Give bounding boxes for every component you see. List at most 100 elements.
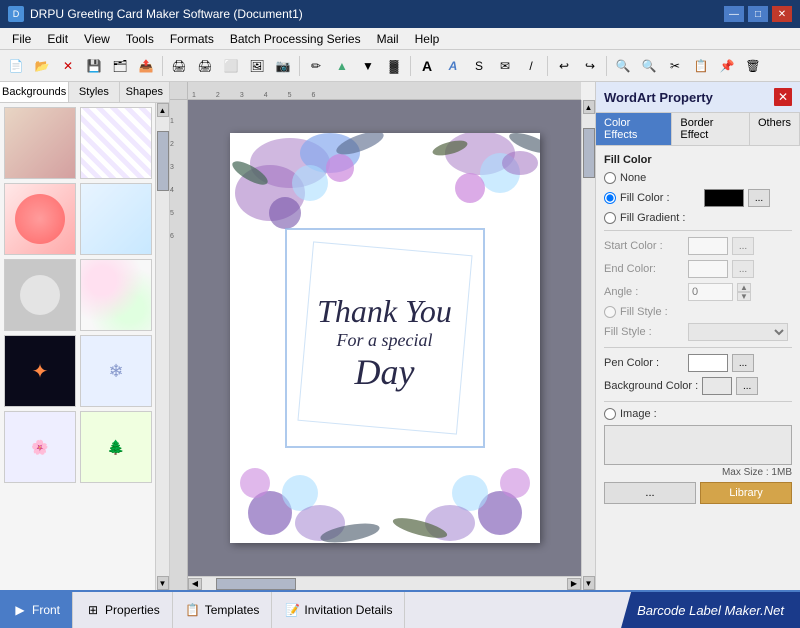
menu-view[interactable]: View	[76, 30, 118, 48]
tab-backgrounds[interactable]: Backgrounds	[0, 82, 69, 102]
delete-button[interactable]: 🗑	[741, 54, 765, 78]
save-button[interactable]: 💾	[82, 54, 106, 78]
barcode-button[interactable]: ▓	[382, 54, 406, 78]
tab-properties[interactable]: ⊞ Properties	[73, 592, 173, 628]
close-button[interactable]: ✕	[772, 6, 792, 22]
tab-templates[interactable]: 📋 Templates	[173, 592, 273, 628]
h-scrollbar[interactable]: ◀ ▶	[188, 576, 581, 590]
canvas-inner[interactable]: Thank You For a special Day	[188, 100, 581, 576]
fill-color-picker-button[interactable]: ...	[748, 189, 770, 207]
redo-button[interactable]: ↪	[578, 54, 602, 78]
wordart-button[interactable]: A	[441, 54, 465, 78]
symbol-button[interactable]: ✉	[493, 54, 517, 78]
menu-batch[interactable]: Batch Processing Series	[222, 30, 369, 48]
undo-button[interactable]: ↩	[552, 54, 576, 78]
list-item[interactable]	[4, 183, 76, 255]
end-color-picker-button[interactable]: ...	[732, 260, 754, 278]
text-button[interactable]: A	[415, 54, 439, 78]
color-button[interactable]: ▲	[330, 54, 354, 78]
tab-styles[interactable]: Styles	[69, 82, 119, 102]
image-radio[interactable]	[604, 408, 616, 420]
new-button[interactable]: 📄	[4, 54, 28, 78]
list-item[interactable]: 🌸	[4, 411, 76, 483]
tab-invitation-details[interactable]: 📝 Invitation Details	[272, 592, 405, 628]
zoom-in-button[interactable]: 🔍	[611, 54, 635, 78]
angle-down-button[interactable]: ▼	[737, 292, 751, 301]
list-item[interactable]: 🌲	[80, 411, 152, 483]
maximize-button[interactable]: □	[748, 6, 768, 22]
image-button[interactable]: 🖼	[245, 54, 269, 78]
menu-help[interactable]: Help	[407, 30, 448, 48]
angle-input[interactable]	[688, 283, 733, 301]
camera-button[interactable]: 📷	[271, 54, 295, 78]
list-item[interactable]	[80, 107, 152, 179]
front-tab-label: Front	[32, 603, 60, 617]
titlebar-controls[interactable]: — □ ✕	[724, 6, 792, 22]
divider2	[604, 347, 792, 348]
list-item[interactable]	[80, 183, 152, 255]
save-all-button[interactable]: 🗂	[108, 54, 132, 78]
pen-color-picker-button[interactable]: ...	[732, 354, 754, 372]
ruler-spacer	[581, 82, 595, 100]
print3-button[interactable]: ⬜	[219, 54, 243, 78]
browse-button[interactable]: ...	[604, 482, 696, 504]
library-button[interactable]: Library	[700, 482, 792, 504]
fill-style-radio[interactable]	[604, 306, 616, 318]
export-button[interactable]: 📤	[134, 54, 158, 78]
pen-color-swatch[interactable]	[688, 354, 728, 372]
list-item[interactable]	[80, 259, 152, 331]
v-scroll-thumb[interactable]	[583, 128, 595, 178]
zoom-out-button[interactable]: 🔍	[637, 54, 661, 78]
scroll-right-btn[interactable]: ▶	[567, 578, 581, 590]
panel-close-button[interactable]: ✕	[774, 88, 792, 106]
templates-tab-label: Templates	[205, 603, 260, 617]
scroll-up-btn[interactable]: ▲	[583, 100, 595, 114]
fill-gradient-radio[interactable]	[604, 212, 616, 224]
left-panel-scrollbar[interactable]: ▲ ▼	[155, 103, 169, 590]
fill-color-swatch[interactable]	[704, 189, 744, 207]
angle-up-button[interactable]: ▲	[737, 283, 751, 292]
bg-color-swatch[interactable]	[702, 377, 732, 395]
scroll-down-btn[interactable]: ▼	[583, 576, 595, 590]
max-size-label: Max Size : 1MB	[604, 467, 792, 478]
minimize-button[interactable]: —	[724, 6, 744, 22]
print2-button[interactable]: 🖨	[193, 54, 217, 78]
end-color-swatch[interactable]	[688, 260, 728, 278]
print-button[interactable]: 🖨	[167, 54, 191, 78]
copy-button[interactable]: 📋	[689, 54, 713, 78]
paste-button[interactable]: 📌	[715, 54, 739, 78]
menu-tools[interactable]: Tools	[118, 30, 162, 48]
v-scrollbar[interactable]: ▲ ▼	[581, 100, 595, 590]
angle-row: Angle : ▲ ▼	[604, 283, 792, 301]
scrollbar-thumb[interactable]	[157, 131, 169, 191]
tab-border-effect[interactable]: Border Effect	[672, 113, 750, 145]
fill-none-radio[interactable]	[604, 172, 616, 184]
start-color-picker-button[interactable]: ...	[732, 237, 754, 255]
h-scroll-thumb[interactable]	[216, 578, 296, 590]
menu-file[interactable]: File	[4, 30, 39, 48]
line-button[interactable]: /	[519, 54, 543, 78]
list-item[interactable]	[4, 107, 76, 179]
start-color-swatch[interactable]	[688, 237, 728, 255]
menu-mail[interactable]: Mail	[369, 30, 407, 48]
list-item[interactable]: ✦	[4, 335, 76, 407]
scroll-left-btn[interactable]: ◀	[188, 578, 202, 590]
cut-button[interactable]: ✂	[663, 54, 687, 78]
list-item[interactable]: ❄	[80, 335, 152, 407]
open-button[interactable]: 📂	[30, 54, 54, 78]
tab-others[interactable]: Others	[750, 113, 800, 145]
bg-color-picker-button[interactable]: ...	[736, 377, 758, 395]
tab-color-effects[interactable]: Color Effects	[596, 113, 672, 145]
toolbar-sep3	[410, 56, 411, 76]
close-doc-button[interactable]: ✕	[56, 54, 80, 78]
dropdown-button[interactable]: ▼	[356, 54, 380, 78]
tab-front[interactable]: ▶ Front	[0, 592, 73, 628]
tab-shapes[interactable]: Shapes	[120, 82, 169, 102]
menu-edit[interactable]: Edit	[39, 30, 76, 48]
fill-color-radio[interactable]	[604, 192, 616, 204]
list-item[interactable]	[4, 259, 76, 331]
menu-formats[interactable]: Formats	[162, 30, 222, 48]
shape-button[interactable]: S	[467, 54, 491, 78]
fill-style-select[interactable]	[688, 323, 788, 341]
pen-button[interactable]: ✏	[304, 54, 328, 78]
